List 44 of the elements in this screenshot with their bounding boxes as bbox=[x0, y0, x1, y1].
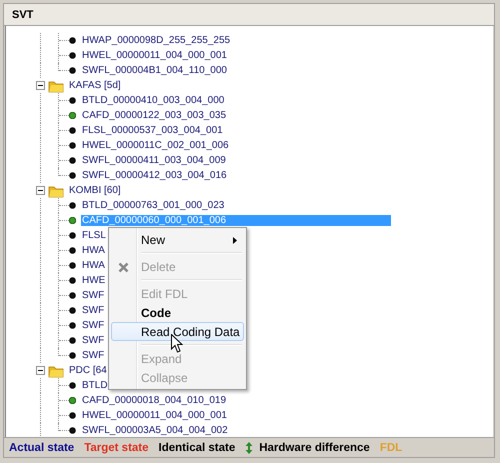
menu-item[interactable]: Code bbox=[111, 303, 244, 322]
menu-item[interactable]: Read Coding Data bbox=[111, 322, 244, 341]
menu-item[interactable]: New bbox=[111, 230, 244, 249]
collapse-icon[interactable] bbox=[36, 81, 45, 90]
tree-item[interactable]: SWFL_000003A5_004_004_002 bbox=[81, 425, 229, 436]
legend-label: Identical state bbox=[158, 442, 236, 454]
tree-item[interactable]: SWFL_000004B1_004_110_000 bbox=[81, 65, 228, 76]
panel-title: SVT bbox=[12, 8, 34, 20]
up-down-arrow-icon bbox=[245, 442, 254, 454]
tree-item[interactable]: FLSL_00000537_003_004_001 bbox=[81, 125, 224, 136]
tree-item[interactable]: SWF bbox=[81, 350, 106, 361]
folder-icon bbox=[48, 184, 64, 198]
legend-label: Hardware difference bbox=[259, 442, 370, 454]
tree-item[interactable]: BTLD_00000410_003_004_000 bbox=[81, 95, 226, 106]
legend-label: FDL bbox=[380, 442, 402, 454]
tree-item[interactable]: HWEL_00000011_004_000_001 bbox=[81, 410, 228, 421]
tree-item[interactable]: BTLD bbox=[81, 380, 109, 391]
tree-item[interactable]: SWF bbox=[81, 305, 106, 316]
submenu-arrow-icon bbox=[233, 237, 237, 244]
tree-item[interactable]: HWA bbox=[81, 245, 106, 256]
tree-item[interactable]: HWE bbox=[81, 275, 106, 286]
folder-icon bbox=[48, 364, 64, 378]
folder-label[interactable]: KOMBI [60] bbox=[68, 185, 122, 196]
tree-item[interactable]: SWFL_00000411_003_004_009 bbox=[81, 155, 227, 166]
tree-item[interactable]: SWF bbox=[81, 335, 106, 346]
folder-icon bbox=[48, 78, 64, 92]
tree-item[interactable]: CAFD_00000122_003_003_035 bbox=[81, 110, 228, 121]
tree-item[interactable]: SWFL_00000412_003_004_016 bbox=[81, 170, 228, 181]
tree-item[interactable]: SWF bbox=[81, 320, 106, 331]
delete-icon bbox=[118, 262, 129, 273]
tree-item[interactable]: BTLD_00000763_001_000_023 bbox=[81, 200, 226, 211]
legend-label: Actual state bbox=[9, 442, 74, 454]
tree-item[interactable]: HWAP_0000098D_255_255_255 bbox=[81, 35, 232, 46]
collapse-icon[interactable] bbox=[36, 366, 45, 375]
tree-item[interactable]: FLSL bbox=[81, 230, 107, 241]
tree-item[interactable]: HWA bbox=[81, 260, 106, 271]
tree-item[interactable]: CAFD_00000018_004_010_019 bbox=[81, 395, 228, 406]
tree-item[interactable]: HWEL_00000011_004_000_001 bbox=[81, 50, 228, 61]
folder-label[interactable]: PDC [64 bbox=[68, 365, 108, 376]
tree-item[interactable]: SWF bbox=[81, 290, 106, 301]
collapse-icon[interactable] bbox=[36, 186, 45, 195]
folder-label[interactable]: KAFAS [5d] bbox=[68, 80, 122, 91]
tree-item[interactable]: HWEL_0000011C_002_001_006 bbox=[81, 140, 230, 151]
legend-label: Target state bbox=[84, 442, 149, 454]
